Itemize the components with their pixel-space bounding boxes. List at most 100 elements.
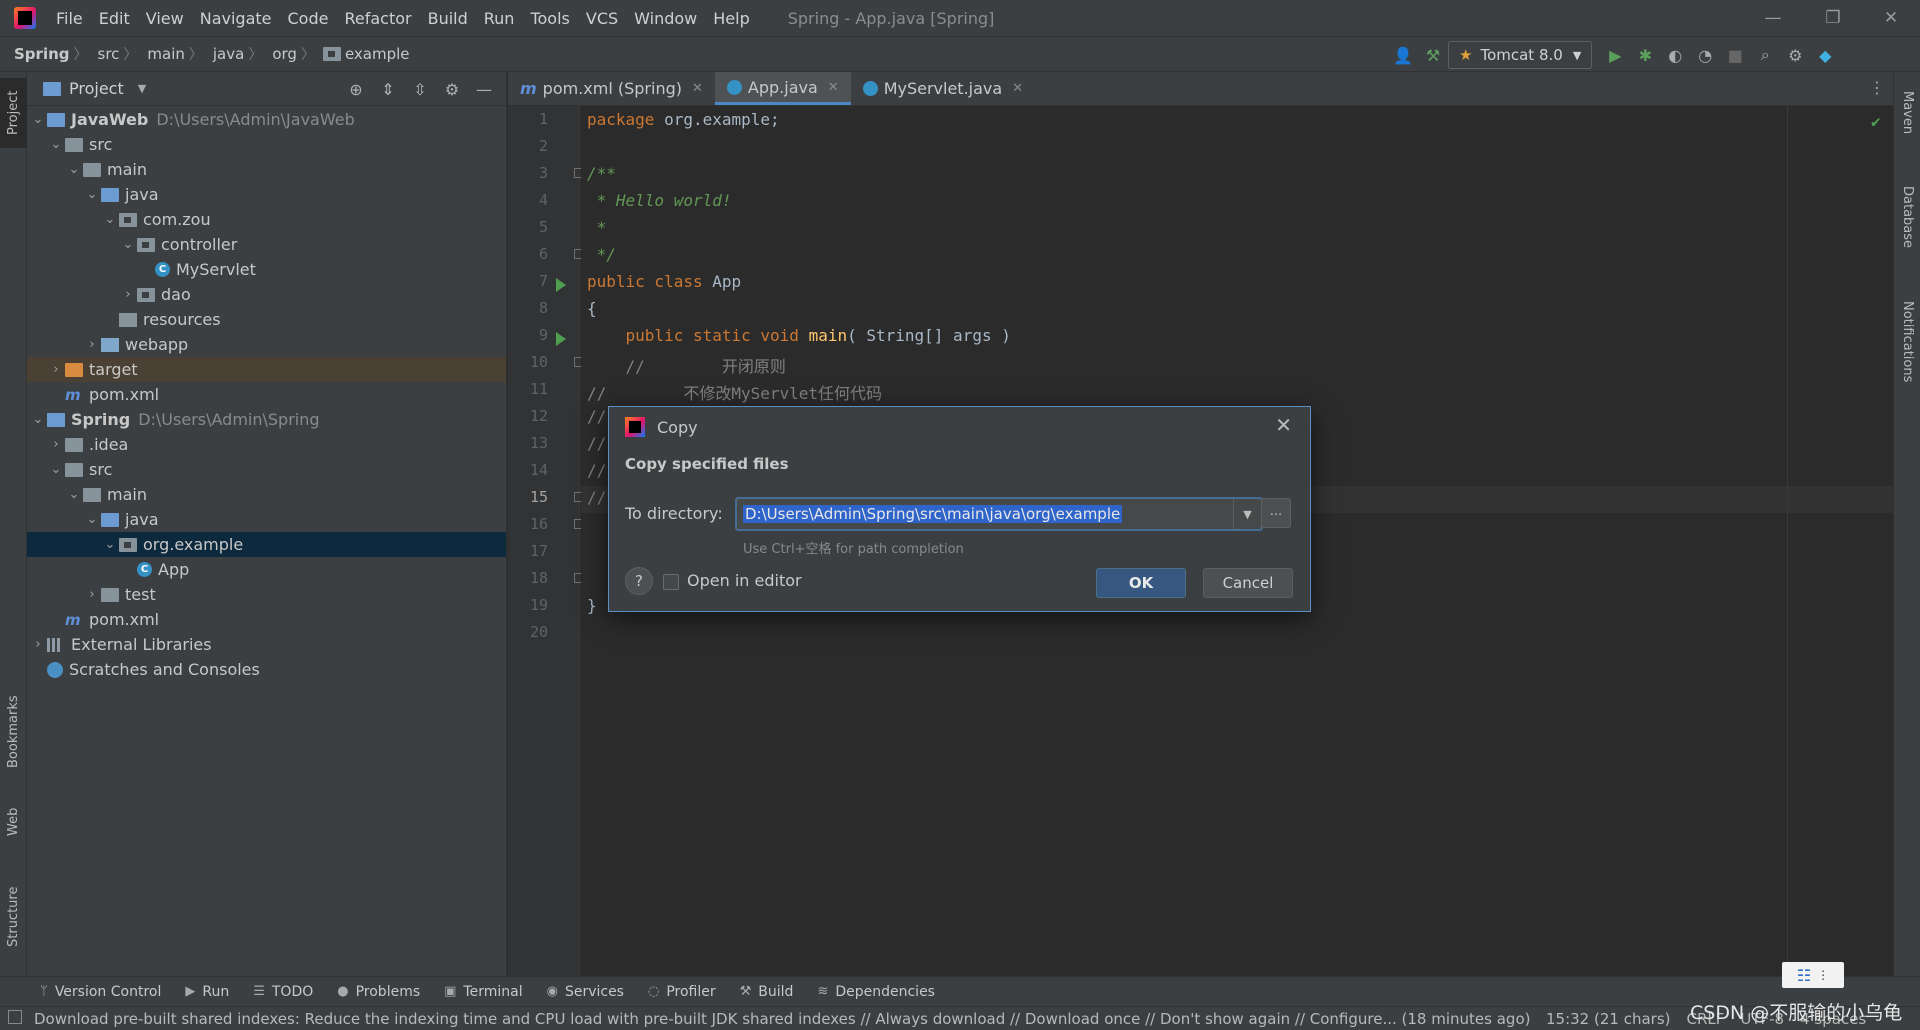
expanded-arrow-icon[interactable]: ⌄ [29,112,47,127]
run-class-icon[interactable] [556,278,566,292]
tree-item-src[interactable]: ⌄ src [27,132,506,157]
build-hammer-icon[interactable]: ⚒ [1418,40,1448,70]
tree-item-com-zou[interactable]: ⌄ com.zou [27,207,506,232]
expanded-arrow-icon[interactable]: ⌄ [29,412,47,427]
menu-navigate[interactable]: Navigate [192,9,280,28]
expanded-arrow-icon[interactable]: ⌄ [65,487,83,502]
expanded-arrow-icon[interactable]: ⌄ [101,537,119,552]
expanded-arrow-icon[interactable]: ⌄ [101,212,119,227]
breadcrumb-example[interactable]: example [343,45,414,63]
gear-icon[interactable]: ⚙ [436,80,468,99]
run-main-icon[interactable] [556,332,566,346]
breadcrumb-src[interactable]: src [88,45,124,63]
menu-run[interactable]: Run [476,9,523,28]
close-tab-icon[interactable]: ✕ [1012,81,1023,96]
tree-item-src[interactable]: ⌄ src [27,457,506,482]
stop-icon[interactable]: ■ [1720,40,1750,70]
collapsed-arrow-icon[interactable]: › [47,437,65,452]
structure-tool-tab[interactable]: Structure [0,872,27,962]
expanded-arrow-icon[interactable]: ⌄ [47,137,65,152]
open-in-editor-label[interactable]: Open in editor [687,571,802,590]
breadcrumb-org[interactable]: org [262,45,301,63]
notifications-tool-tab[interactable]: Notifications [1894,282,1920,402]
menu-file[interactable]: File [48,9,91,28]
tree-item-java[interactable]: ⌄ java [27,507,506,532]
hide-panel-icon[interactable]: — [468,80,500,99]
menu-window[interactable]: Window [626,9,705,28]
expanded-arrow-icon[interactable]: ⌄ [83,512,101,527]
inspection-ok-icon[interactable]: ✔ [1871,112,1881,131]
caret-position[interactable]: 15:32 (21 chars) [1546,1010,1670,1028]
version-control-tool[interactable]: ᛘ Version Control [40,984,161,1000]
tree-item-controller[interactable]: ⌄ controller [27,232,506,257]
web-tool-tab[interactable]: Web [0,797,27,847]
close-tab-icon[interactable]: ✕ [828,80,839,95]
database-tool-tab[interactable]: Database [1894,172,1920,262]
expanded-arrow-icon[interactable]: ⌄ [119,237,137,252]
menu-help[interactable]: Help [705,9,757,28]
floating-toolbar-button[interactable]: ☷ ⋮ [1782,962,1844,988]
tree-item-idea[interactable]: › .idea [27,432,506,457]
collapsed-arrow-icon[interactable]: › [47,362,65,377]
tree-item-pom-javaweb[interactable]: m pom.xml [27,382,506,407]
todo-tool[interactable]: ☰ TODO [253,984,313,1000]
project-tool-tab[interactable]: Project [0,78,27,148]
terminal-tool[interactable]: ▣ Terminal [444,984,522,1000]
bookmarks-tool-tab[interactable]: Bookmarks [0,687,27,777]
tree-item-webapp[interactable]: › webapp [27,332,506,357]
profile-icon[interactable]: ◔ [1690,40,1720,70]
tree-item-dao[interactable]: › dao [27,282,506,307]
tree-item-resources[interactable]: resources [27,307,506,332]
run-icon[interactable]: ▶ [1600,40,1630,70]
problems-tool[interactable]: ● Problems [337,984,420,1000]
tree-item-main[interactable]: ⌄ main [27,157,506,182]
collapse-all-icon[interactable]: ⇳ [404,80,436,99]
user-icon[interactable]: 👤 [1388,40,1418,70]
debug-icon[interactable]: ✱ [1630,40,1660,70]
expanded-arrow-icon[interactable]: ⌄ [83,187,101,202]
expanded-arrow-icon[interactable]: ⌄ [47,462,65,477]
tree-item-javaweb[interactable]: ⌄ JavaWeb D:\Users\Admin\JavaWeb [27,107,506,132]
search-icon[interactable]: ⌕ [1750,40,1780,70]
tab-app-java[interactable]: App.java ✕ [714,72,851,105]
breadcrumb-project[interactable]: Spring [0,45,74,63]
breadcrumb-main[interactable]: main [137,45,188,63]
tree-item-target[interactable]: › target [27,357,506,382]
tree-item-external-libraries[interactable]: › External Libraries [27,632,506,657]
collapsed-arrow-icon[interactable]: › [83,337,101,352]
chevron-down-icon[interactable]: ▼ [1233,499,1261,529]
menu-refactor[interactable]: Refactor [336,9,419,28]
chevron-down-icon[interactable]: ▼ [138,82,146,95]
tree-item-pom-spring[interactable]: m pom.xml [27,607,506,632]
tree-item-scratches[interactable]: Scratches and Consoles [27,657,506,682]
dependencies-tool[interactable]: ≋ Dependencies [817,984,935,1000]
tree-item-app[interactable]: C App [27,557,506,582]
code-with-me-icon[interactable]: ◆ [1810,40,1840,70]
project-panel-title[interactable]: Project [69,79,124,98]
close-icon[interactable]: ✕ [1275,413,1292,437]
tree-item-spring[interactable]: ⌄ Spring D:\Users\Admin\Spring [27,407,506,432]
menu-code[interactable]: Code [280,9,337,28]
browse-button[interactable]: ... [1261,498,1291,528]
status-message[interactable]: Download pre-built shared indexes: Reduc… [34,1010,1530,1028]
cancel-button[interactable]: Cancel [1203,568,1293,598]
to-directory-combobox[interactable]: D:\Users\Admin\Spring\src\main\java\org\… [735,497,1263,531]
locate-crosshair-icon[interactable]: ⊕ [340,80,372,99]
menu-build[interactable]: Build [420,9,476,28]
tree-item-java[interactable]: ⌄ java [27,182,506,207]
open-in-editor-checkbox[interactable] [663,574,679,590]
services-tool[interactable]: ◉ Services [547,984,624,1000]
directory-input[interactable]: D:\Users\Admin\Spring\src\main\java\org\… [743,505,1123,523]
expanded-arrow-icon[interactable]: ⌄ [65,162,83,177]
menu-view[interactable]: View [138,9,192,28]
maven-tool-tab[interactable]: Maven [1894,78,1920,148]
run-configuration-selector[interactable]: ★ Tomcat 8.0 ▼ [1448,41,1593,69]
settings-gear-icon[interactable]: ⚙ [1780,40,1810,70]
menu-edit[interactable]: Edit [91,9,138,28]
menu-vcs[interactable]: VCS [578,9,626,28]
toggle-tool-windows-icon[interactable] [8,1010,22,1024]
collapsed-arrow-icon[interactable]: › [83,587,101,602]
restore-button[interactable]: ❐ [1804,0,1862,36]
tab-pom-xml[interactable]: m pom.xml (Spring) ✕ [508,72,715,105]
close-window-button[interactable]: ✕ [1862,0,1920,36]
